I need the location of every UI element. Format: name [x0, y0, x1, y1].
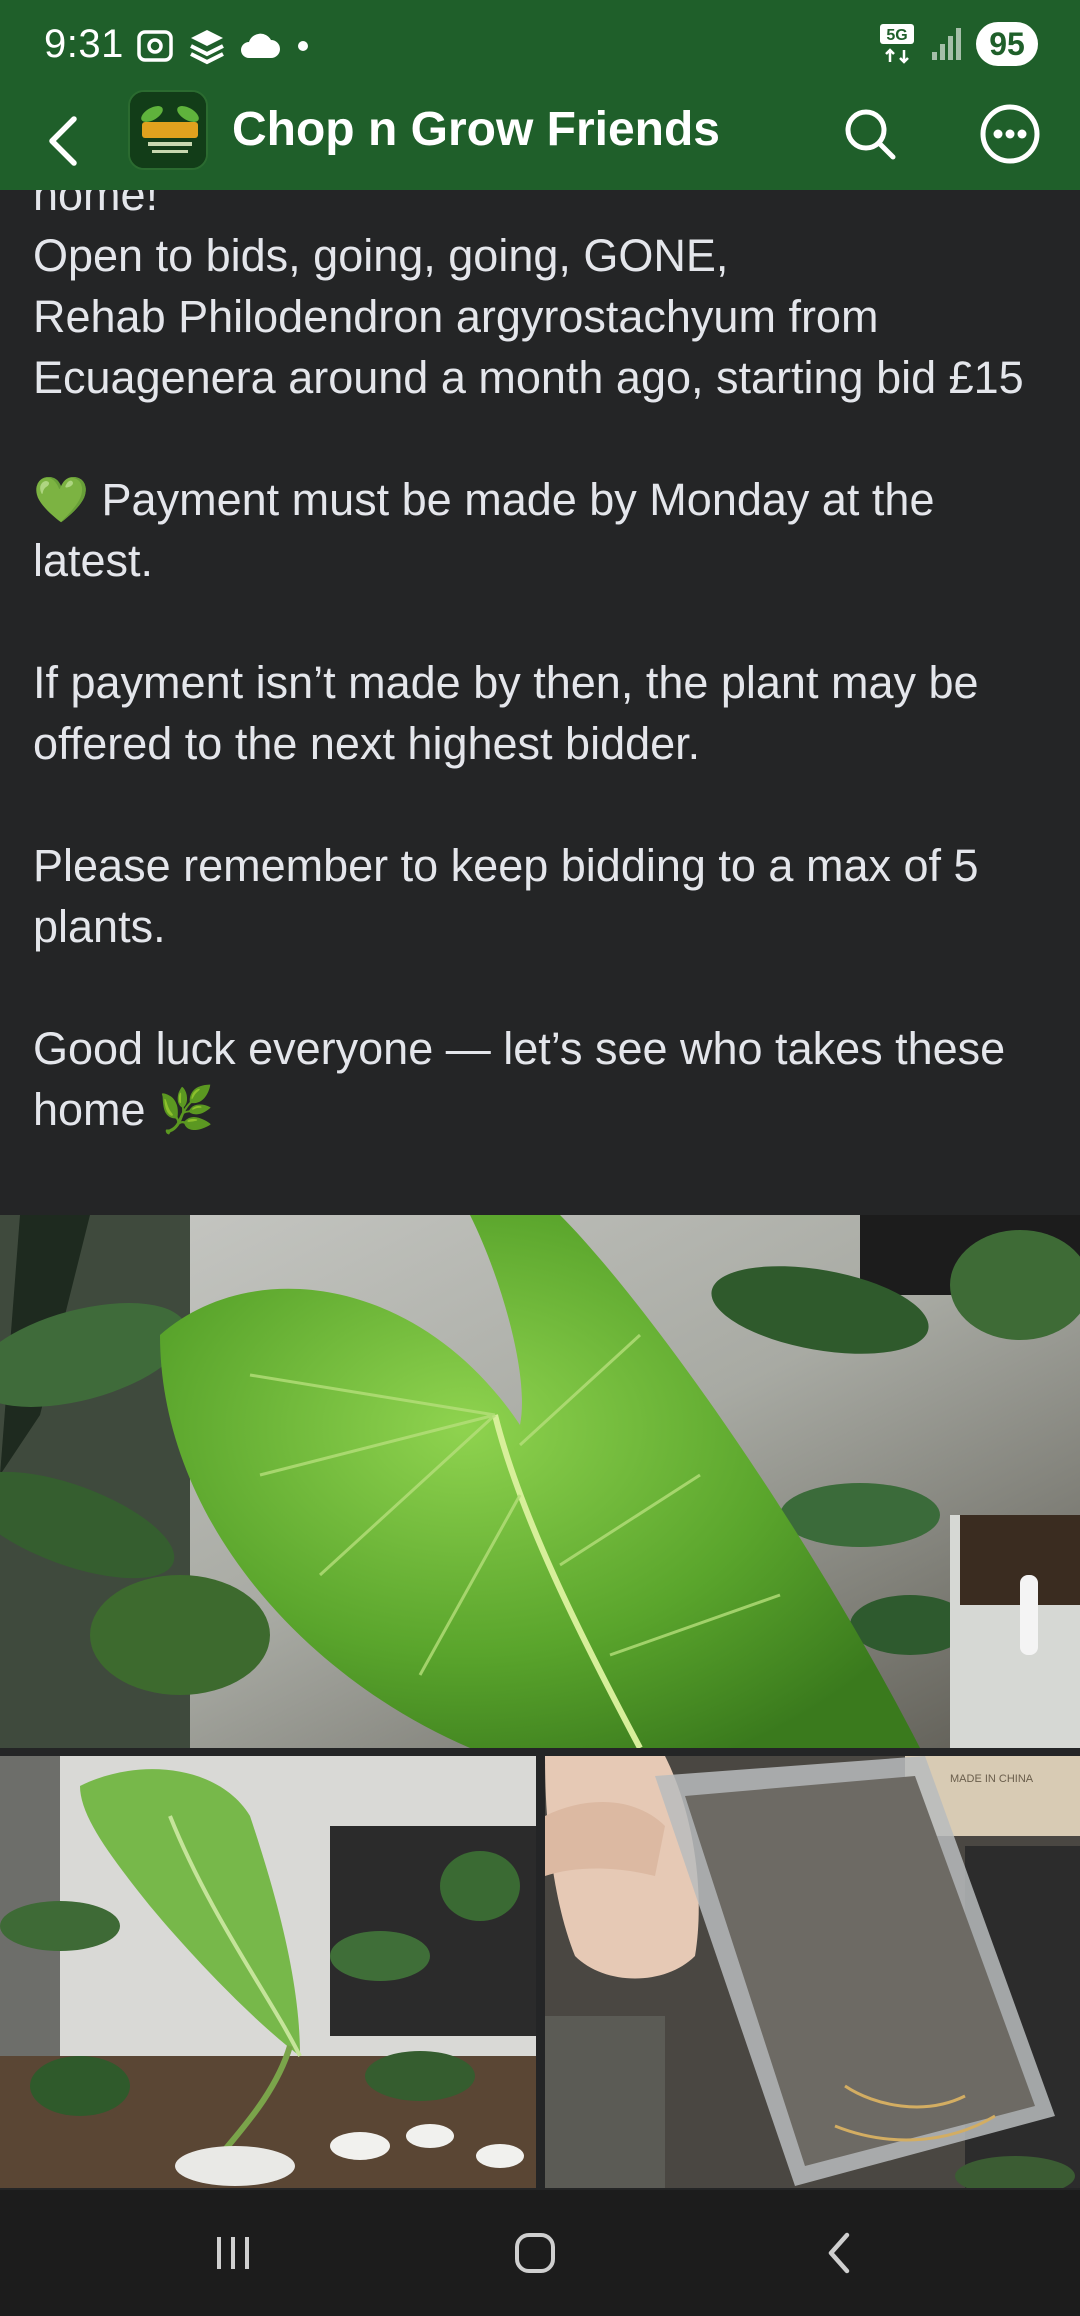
green-heart-emoji: 💚	[33, 474, 90, 525]
signal-icon	[932, 28, 961, 60]
recent-apps-button[interactable]	[188, 2220, 278, 2286]
post-line-cutoff: home!	[33, 190, 159, 220]
system-nav-bar	[0, 2190, 1080, 2316]
photo-main[interactable]	[0, 1215, 1080, 1748]
network-label: 5G	[886, 27, 907, 44]
recent-apps-icon	[217, 2237, 249, 2269]
group-avatar[interactable]	[128, 90, 208, 170]
post-body: home! Open to bids, going, going, GONE, …	[0, 190, 1080, 1215]
photo-left[interactable]	[0, 1756, 536, 2188]
status-right: 5G 95	[878, 22, 1038, 66]
herb-emoji: 🌿	[158, 1084, 215, 1135]
chevron-left-icon	[49, 116, 77, 166]
more-icon	[980, 104, 1040, 164]
pot-roots-photo-image: MADE IN CHINA	[545, 1756, 1080, 2188]
back-arrow-icon	[828, 2232, 850, 2274]
post-text: home! Open to bids, going, going, GONE, …	[33, 190, 1053, 1140]
post-line-bids: Open to bids, going, going, GONE,	[33, 230, 729, 281]
battery-level: 95	[976, 22, 1038, 66]
back-button[interactable]	[34, 106, 94, 176]
photo-right[interactable]: MADE IN CHINA	[545, 1756, 1080, 2188]
dot-icon	[298, 41, 308, 51]
post-line-payment: 💚 Payment must be made by Monday at the …	[33, 469, 1053, 591]
top-bar: 9:31 5G 95 Chop n Grow Friends	[0, 0, 1080, 190]
more-options-button[interactable]	[978, 102, 1042, 166]
system-back-button[interactable]	[794, 2220, 884, 2286]
pot-label-text: MADE IN CHINA	[950, 1773, 1034, 1785]
search-icon	[845, 109, 896, 160]
post-line-description: Rehab Philodendron argyrostachyum from E…	[33, 291, 1024, 403]
post-line-reminder: Please remember to keep bidding to a max…	[33, 840, 992, 952]
app-header: Chop n Grow Friends	[0, 90, 1080, 190]
cloud-icon	[241, 33, 280, 58]
group-logo-icon	[130, 92, 206, 168]
search-button[interactable]	[838, 102, 902, 166]
payment-text: Payment must be made by Monday at the la…	[33, 474, 948, 586]
home-icon	[515, 2233, 555, 2273]
status-time: 9:31	[44, 22, 124, 66]
post-line-fallback: If payment isn’t made by then, the plant…	[33, 657, 992, 769]
leaf-photo-image	[0, 1215, 1080, 1748]
stack-icon	[190, 30, 224, 65]
group-title[interactable]: Chop n Grow Friends	[232, 102, 720, 157]
network-5g-icon: 5G	[880, 24, 914, 64]
screenshot-icon	[137, 30, 173, 62]
home-button[interactable]	[490, 2220, 580, 2286]
potted-plant-photo-image	[0, 1756, 536, 2188]
status-icons	[135, 26, 313, 66]
post-line-closing: Good luck everyone — let’s see who takes…	[33, 1018, 1053, 1140]
status-bar: 9:31 5G 95	[0, 0, 1080, 90]
